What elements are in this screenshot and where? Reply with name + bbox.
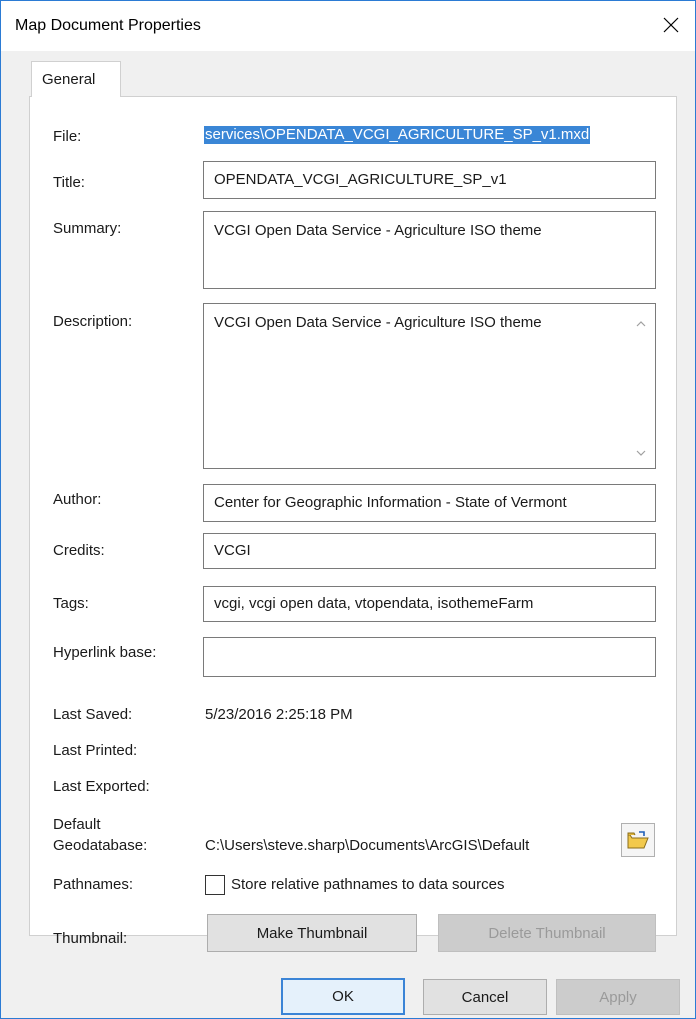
description-field[interactable]: VCGI Open Data Service - Agriculture ISO… — [203, 303, 656, 469]
tab-general-label: General — [42, 71, 96, 88]
last-exported-label: Last Exported: — [53, 778, 150, 795]
title-bar: Map Document Properties — [1, 1, 695, 51]
credits-field[interactable]: VCGI — [203, 533, 656, 569]
author-label: Author: — [53, 491, 102, 508]
thumbnail-label: Thumbnail: — [53, 930, 128, 947]
last-saved-value: 5/23/2016 2:25:18 PM — [205, 706, 353, 723]
hyperlink-base-field[interactable] — [203, 637, 656, 677]
tab-general[interactable]: General — [31, 61, 121, 97]
apply-button[interactable]: Apply — [556, 979, 680, 1015]
browse-gdb-button[interactable] — [621, 823, 655, 857]
default-gdb-label-line2: Geodatabase: — [53, 837, 148, 854]
ok-button[interactable]: OK — [281, 978, 405, 1015]
title-label: Title: — [53, 174, 85, 191]
delete-thumbnail-button[interactable]: Delete Thumbnail — [438, 914, 656, 952]
tags-label: Tags: — [53, 595, 89, 612]
scroll-down-icon[interactable] — [634, 446, 648, 460]
map-document-properties-dialog: Map Document Properties General File: se… — [0, 0, 696, 1019]
file-path-selected-text: services\OPENDATA_VCGI_AGRICULTURE_SP_v1… — [204, 126, 591, 144]
tags-field[interactable]: vcgi, vcgi open data, vtopendata, isothe… — [203, 586, 656, 622]
pathnames-label: Pathnames: — [53, 876, 134, 893]
close-icon — [663, 17, 679, 33]
window-title: Map Document Properties — [15, 17, 201, 34]
description-label: Description: — [53, 313, 133, 330]
default-gdb-label-line1: Default — [53, 816, 101, 833]
folder-open-icon — [627, 831, 649, 849]
default-gdb-value: C:\Users\steve.sharp\Documents\ArcGIS\De… — [205, 837, 530, 854]
cancel-button[interactable]: Cancel — [423, 979, 547, 1015]
close-button[interactable] — [649, 5, 693, 45]
file-label: File: — [53, 128, 82, 145]
credits-label: Credits: — [53, 542, 105, 559]
last-printed-label: Last Printed: — [53, 742, 138, 759]
summary-label: Summary: — [53, 220, 122, 237]
relative-pathnames-label: Store relative pathnames to data sources — [231, 876, 505, 893]
description-text: VCGI Open Data Service - Agriculture ISO… — [214, 314, 542, 331]
make-thumbnail-button[interactable]: Make Thumbnail — [207, 914, 417, 952]
file-path-field[interactable]: services\OPENDATA_VCGI_AGRICULTURE_SP_v1… — [204, 126, 656, 148]
hyperlink-base-label: Hyperlink base: — [53, 644, 157, 661]
summary-field[interactable]: VCGI Open Data Service - Agriculture ISO… — [203, 211, 656, 289]
scroll-up-icon[interactable] — [634, 317, 648, 331]
title-field[interactable]: OPENDATA_VCGI_AGRICULTURE_SP_v1 — [203, 161, 656, 199]
last-saved-label: Last Saved: — [53, 706, 133, 723]
relative-pathnames-checkbox[interactable] — [205, 875, 225, 895]
author-field[interactable]: Center for Geographic Information - Stat… — [203, 484, 656, 522]
